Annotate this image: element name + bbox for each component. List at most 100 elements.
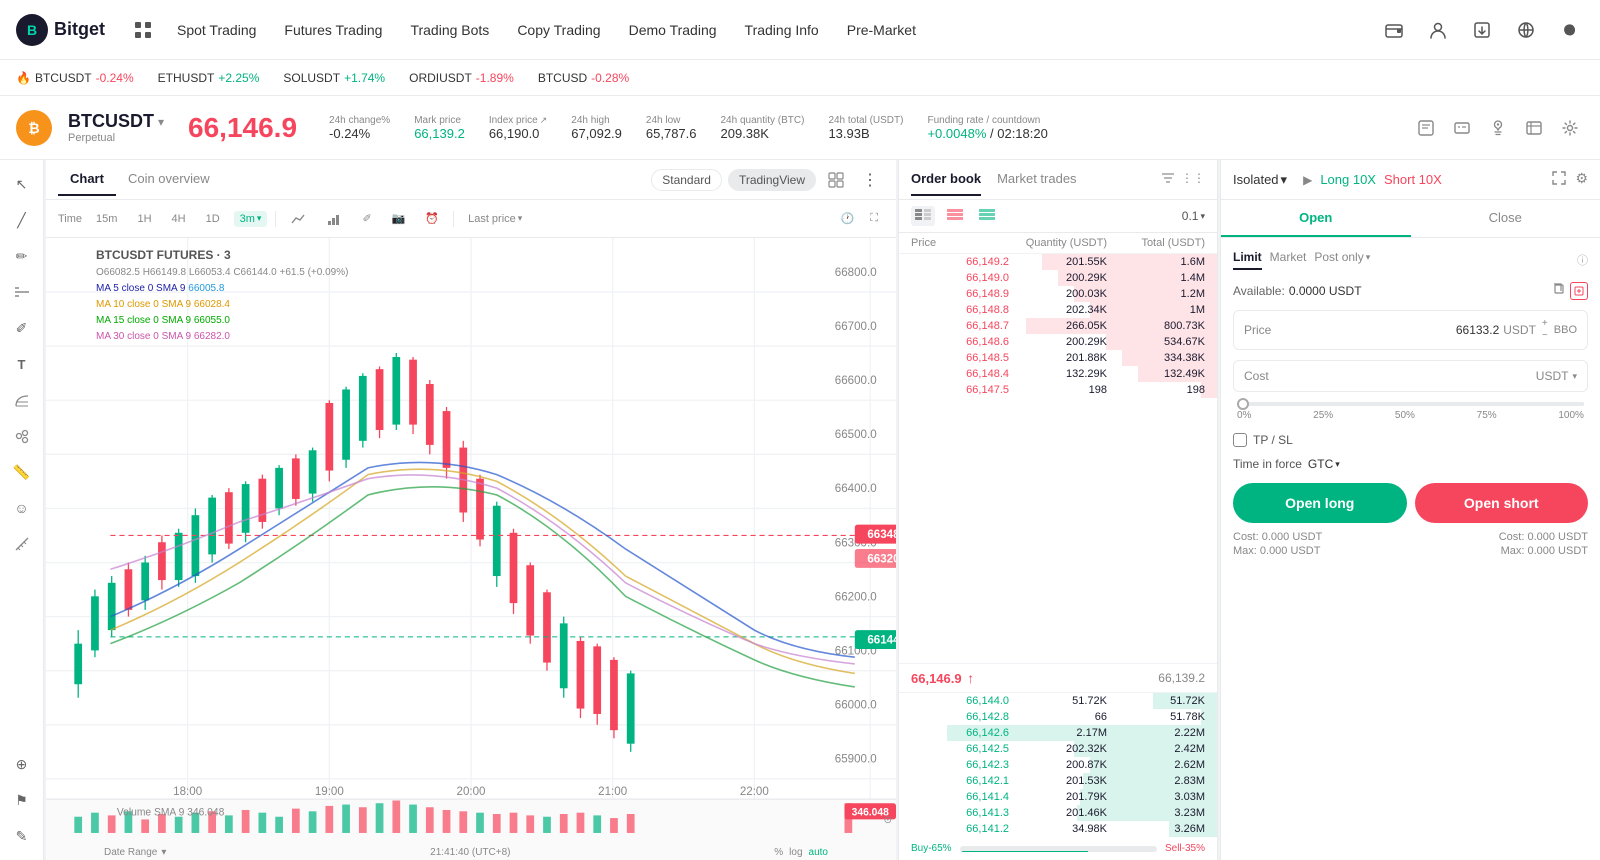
header-icon-2[interactable]	[1448, 114, 1476, 142]
slider-thumb[interactable]	[1237, 398, 1249, 410]
copy-icon[interactable]	[1552, 282, 1566, 300]
chart-layout-icon[interactable]	[822, 166, 850, 194]
open-short-button[interactable]: Open short	[1415, 483, 1589, 523]
header-icon-1[interactable]	[1412, 114, 1440, 142]
coin-dropdown-icon[interactable]: ▾	[158, 115, 164, 129]
bid-row-3[interactable]: 66,142.5 202.32K 2.42M	[899, 741, 1217, 757]
download-icon[interactable]	[1468, 16, 1496, 44]
tool-draw[interactable]: ✏	[6, 240, 38, 272]
bid-row-7[interactable]: 66,141.3 201.46K 3.23M	[899, 805, 1217, 821]
tab-tp-open[interactable]: Open	[1221, 200, 1411, 237]
price-value[interactable]: 66133.2	[1456, 323, 1499, 337]
toolbar-fullscreen[interactable]: ⛶	[864, 210, 884, 227]
ask-row-0[interactable]: 66,149.2 201.55K 1.6M	[899, 254, 1217, 270]
bbo-selector[interactable]: BBO	[1554, 324, 1577, 336]
bid-row-4[interactable]: 66,142.3 200.87K 2.62M	[899, 757, 1217, 773]
tf-3m[interactable]: 3m▾	[234, 211, 268, 227]
ask-row-3[interactable]: 66,148.8 202.34K 1M	[899, 302, 1217, 318]
date-range[interactable]: Date Range ▾	[104, 847, 166, 858]
tf-1h[interactable]: 1H	[131, 211, 157, 227]
globe-icon[interactable]	[1512, 16, 1540, 44]
view-tradingview[interactable]: TradingView	[728, 169, 816, 191]
nav-copy-trading[interactable]: Copy Trading	[505, 16, 612, 44]
tool-indicators[interactable]	[6, 420, 38, 452]
tab-coin-overview[interactable]: Coin overview	[116, 163, 222, 196]
ask-row-1[interactable]: 66,149.0 200.29K 1.4M	[899, 270, 1217, 286]
tool-pencil[interactable]: ✐	[6, 312, 38, 344]
ask-row-8[interactable]: 66,147.5 198 198	[899, 382, 1217, 398]
tf-15m[interactable]: 15m	[90, 211, 123, 227]
nav-demo-trading[interactable]: Demo Trading	[617, 16, 729, 44]
tab-orderbook[interactable]: Order book	[911, 163, 981, 196]
ticker-solusdt[interactable]: SOLUSDT +1.74%	[283, 71, 385, 85]
bid-row-2[interactable]: 66,142.6 2.17M 2.22M	[899, 725, 1217, 741]
slider-track[interactable]	[1237, 402, 1584, 406]
toolbar-alarm[interactable]: ⏰	[419, 210, 445, 227]
ask-row-7[interactable]: 66,148.4 132.29K 132.49K	[899, 366, 1217, 382]
nav-trading-bots[interactable]: Trading Bots	[398, 16, 501, 44]
tf-1d[interactable]: 1D	[200, 211, 226, 227]
coin-name[interactable]: BTCUSDT	[68, 111, 154, 132]
bid-row-5[interactable]: 66,142.1 201.53K 2.83M	[899, 773, 1217, 789]
log-btn[interactable]: log	[789, 847, 802, 858]
tp-mode-selector[interactable]: Isolated ▾	[1233, 172, 1287, 188]
ticker-ethusdt[interactable]: ETHUSDT +2.25%	[158, 71, 260, 85]
auto-btn[interactable]: auto	[809, 847, 828, 858]
order-type-post[interactable]: Post only ▾	[1314, 250, 1370, 270]
nav-apps-icon[interactable]	[129, 16, 157, 44]
tf-4h[interactable]: 4H	[166, 211, 192, 227]
ask-row-6[interactable]: 66,148.5 201.88K 334.38K	[899, 350, 1217, 366]
tp-more-icon[interactable]: ⚙	[1575, 170, 1588, 189]
tool-text[interactable]: T	[6, 348, 38, 380]
tpsl-checkbox[interactable]	[1233, 433, 1247, 447]
order-type-market[interactable]: Market	[1270, 250, 1307, 270]
tool-pin[interactable]: ✎	[6, 820, 38, 852]
bid-row-8[interactable]: 66,141.2 34.98K 3.26M	[899, 821, 1217, 837]
toolbar-indicators[interactable]	[320, 209, 348, 229]
tool-ruler[interactable]	[6, 528, 38, 560]
nav-spot-trading[interactable]: Spot Trading	[165, 16, 268, 44]
ask-row-2[interactable]: 66,148.9 200.03K 1.2M	[899, 286, 1217, 302]
nav-trading-info[interactable]: Trading Info	[733, 16, 831, 44]
logo[interactable]: B Bitget	[16, 14, 105, 46]
price-type-selector[interactable]: Last price ▾	[462, 211, 528, 227]
price-decrement[interactable]: −	[1542, 331, 1548, 341]
chart-y-indicator[interactable]: ⊙	[884, 815, 892, 826]
tab-chart[interactable]: Chart	[58, 163, 116, 196]
ask-row-4[interactable]: 66,148.7 266.05K 800.73K	[899, 318, 1217, 334]
view-standard[interactable]: Standard	[651, 169, 722, 191]
bid-row-6[interactable]: 66,141.4 201.79K 3.03M	[899, 789, 1217, 805]
tool-measure[interactable]: 📏	[6, 456, 38, 488]
ticker-ordiusdt[interactable]: ORDIUSDT -1.89%	[409, 71, 514, 85]
toolbar-camera[interactable]: 📷	[386, 210, 412, 227]
header-icon-4[interactable]	[1520, 114, 1548, 142]
ticker-btcusdt[interactable]: 🔥 BTCUSDT -0.24%	[16, 71, 134, 85]
order-type-limit[interactable]: Limit	[1233, 250, 1262, 270]
ob-filter-icon[interactable]	[1161, 171, 1175, 188]
tp-long-label[interactable]: Long 10X	[1320, 172, 1376, 187]
ob-more-icon[interactable]: ⋮⋮	[1181, 171, 1205, 188]
nav-futures-trading[interactable]: Futures Trading	[272, 16, 394, 44]
tool-zoom[interactable]: ⊕	[6, 748, 38, 780]
chart-more-icon[interactable]: ⋮	[856, 166, 884, 194]
header-settings-icon[interactable]	[1556, 114, 1584, 142]
tool-emoji[interactable]: ☺	[6, 492, 38, 524]
cost-unit-selector[interactable]: USDT ▾	[1532, 369, 1577, 383]
slider-row[interactable]: 0% 25% 50% 75% 100%	[1233, 402, 1588, 421]
toolbar-draw-tool[interactable]: ✐	[356, 210, 377, 227]
tool-cursor[interactable]: ↖	[6, 168, 38, 200]
order-type-info[interactable]: ⓘ	[1577, 252, 1588, 268]
tp-short-label[interactable]: Short 10X	[1384, 172, 1442, 187]
ticker-btcusd[interactable]: BTCUSD -0.28%	[538, 71, 629, 85]
ob-layout-asks[interactable]	[943, 206, 967, 226]
tp-expand-icon[interactable]	[1551, 170, 1567, 189]
ob-layout-bids[interactable]	[975, 206, 999, 226]
tool-flag[interactable]: ⚑	[6, 784, 38, 816]
header-icon-3[interactable]	[1484, 114, 1512, 142]
theme-icon[interactable]	[1556, 16, 1584, 44]
price-increment[interactable]: +	[1542, 319, 1548, 329]
toolbar-line-chart[interactable]	[284, 209, 312, 229]
ob-layout-both[interactable]	[911, 206, 935, 226]
toolbar-timezone[interactable]: 🕐	[835, 210, 861, 227]
time-force-selector[interactable]: GTC ▾	[1308, 457, 1340, 471]
